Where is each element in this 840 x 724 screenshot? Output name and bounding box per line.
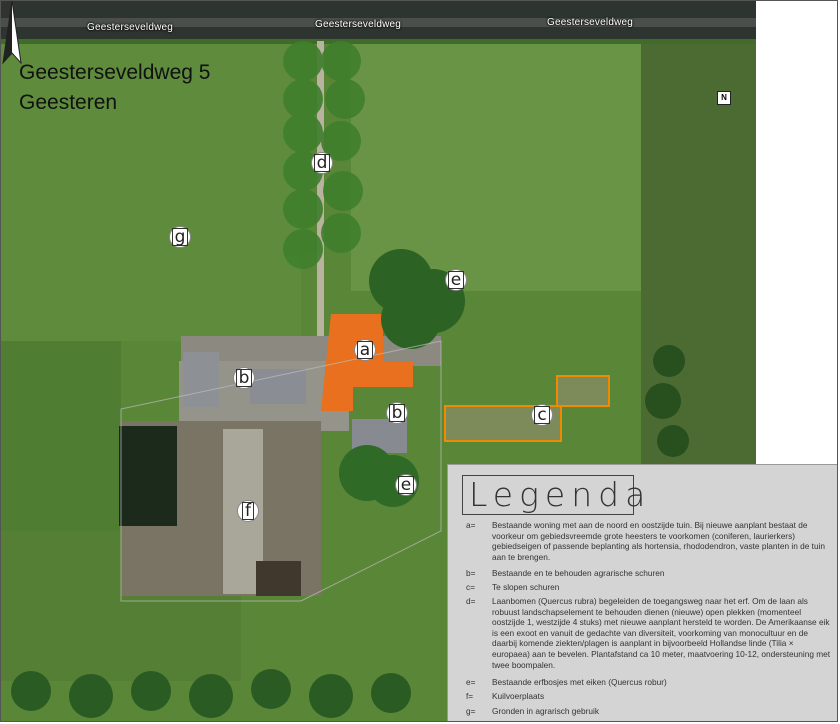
map-figure: Geesterseveldweg Geesterseveldweg Geeste…: [0, 0, 838, 722]
marker-g: g: [169, 226, 191, 248]
map-title-place: Geesteren: [19, 91, 118, 114]
marker-b-west: b: [233, 367, 255, 389]
legend-text: Bestaande en te behouden agrarische schu…: [492, 568, 665, 578]
legend-title: Legenda: [462, 475, 645, 515]
legend-key: f=: [466, 691, 474, 701]
legend-key: b=: [466, 568, 476, 578]
demolish-shed-2: [556, 375, 610, 407]
legend-key: e=: [466, 677, 476, 687]
street-label-1: Geesterseveldweg: [87, 22, 174, 33]
north-arrow-icon: [2, 1, 22, 65]
silage-heap: [256, 561, 301, 596]
marker-c: c: [531, 404, 553, 426]
marker-e-north: e: [445, 269, 467, 291]
marker-d: d: [311, 152, 333, 174]
legend-text: Kuilvoerplaats: [492, 691, 545, 701]
north-label: N: [717, 91, 731, 105]
legend-key: a=: [466, 520, 476, 530]
street-label-2: Geesterseveldweg: [315, 19, 402, 30]
legend-key: c=: [466, 582, 475, 592]
legend-text: Gronden in agrarisch gebruik: [492, 706, 599, 716]
marker-a: a: [354, 339, 376, 361]
field-northwest: [1, 41, 301, 341]
legend-key: d=: [466, 596, 476, 606]
road-verge: [1, 39, 756, 44]
street-label-3: Geesterseveldweg: [547, 17, 634, 28]
marker-f: f: [237, 500, 259, 522]
marker-b-south: b: [386, 402, 408, 424]
barn-west: [183, 352, 219, 407]
barn-middle: [250, 369, 306, 404]
legend-text: Bestaande erfbosjes met eiken (Quercus r…: [492, 677, 667, 687]
legend-key: g=: [466, 706, 476, 716]
manure-pit: [119, 426, 177, 526]
field-west: [1, 341, 121, 531]
map-title-address: Geesterseveldweg 5: [19, 61, 211, 84]
legend-text: Laanbomen (Quercus rubra) begeleiden de …: [492, 596, 831, 670]
legend-text: Te slopen schuren: [492, 582, 560, 592]
legend-text: Bestaande woning met aan de noord en oos…: [492, 520, 826, 562]
marker-e-south: e: [395, 474, 417, 496]
legend-panel: Legenda a= Bestaande woning met aan de n…: [447, 464, 837, 721]
